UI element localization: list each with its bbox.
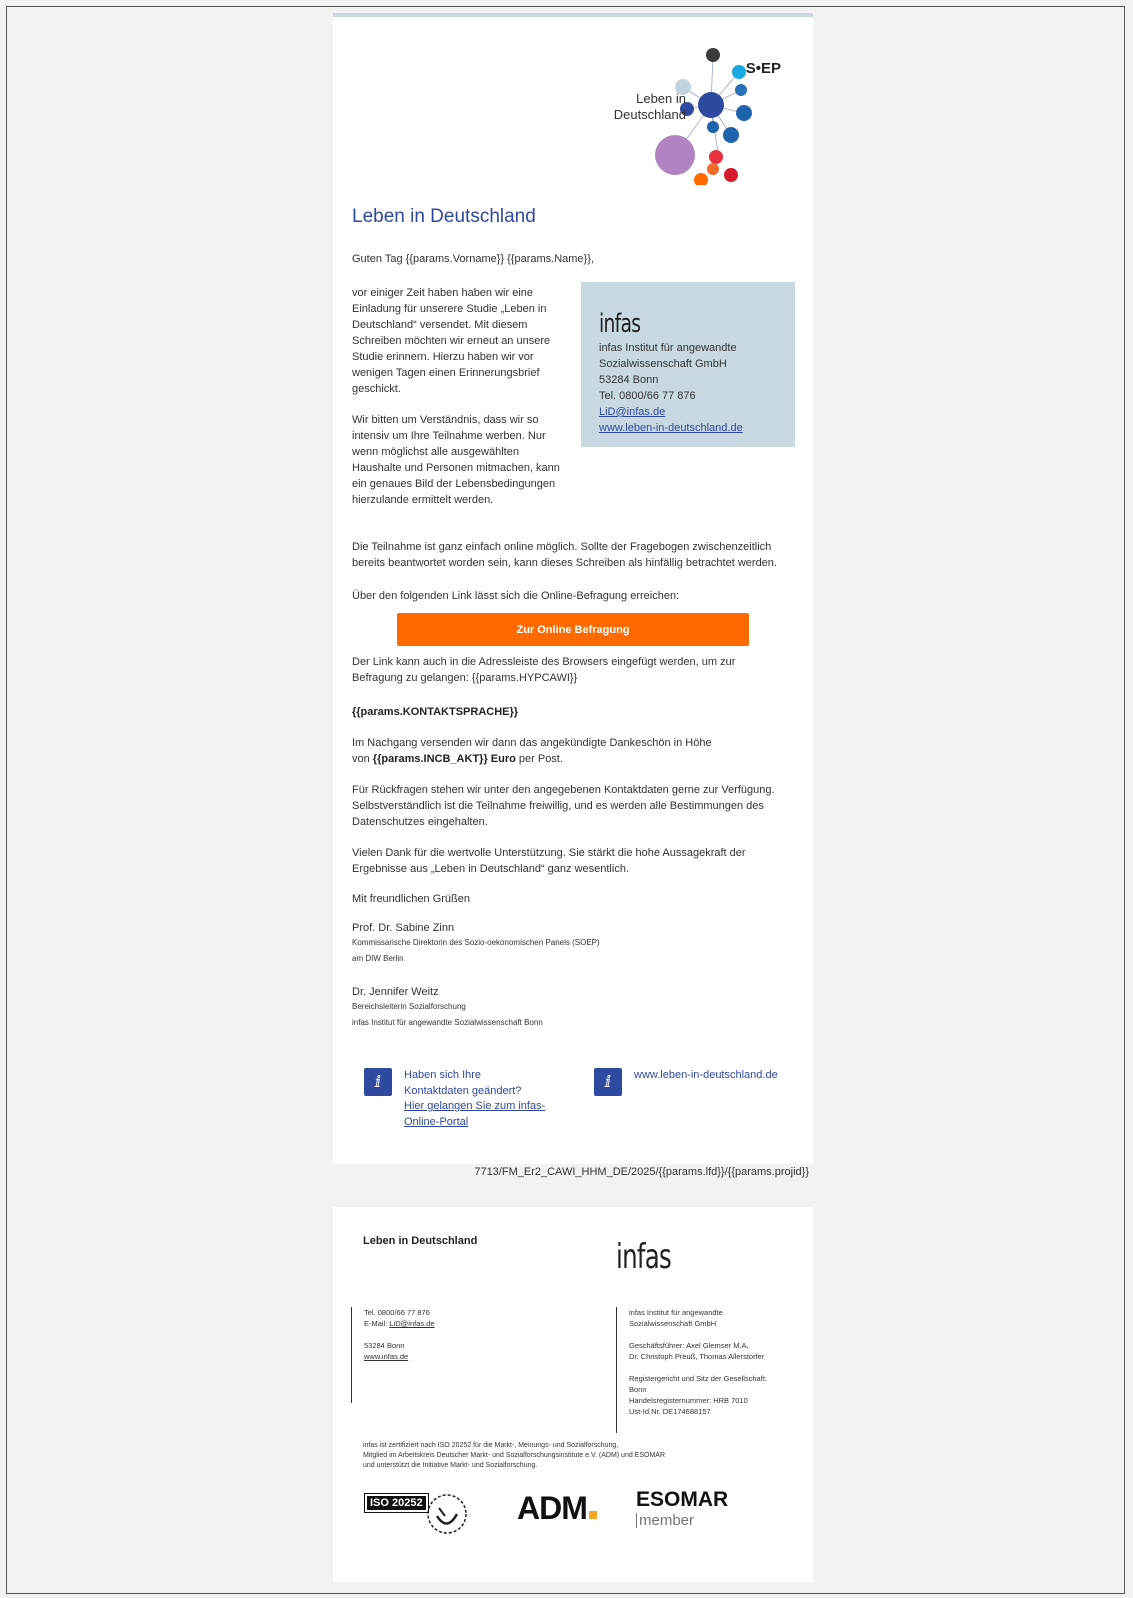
online-survey-button[interactable]: Zur Online Befragung (397, 613, 749, 646)
greeting: Guten Tag {{params.Vorname}} {{params.Na… (352, 253, 594, 265)
footer-register-3: Handelsregisternummer: HRB 7010 (629, 1396, 748, 1405)
infobox-email-link[interactable]: LiD@infas.de (599, 406, 665, 418)
certified-seal-icon (427, 1494, 467, 1534)
portal-link[interactable]: Hier gelangen Sie zum infas- Online-Porta… (404, 1100, 545, 1128)
appeal-paragraph: Wir bitten um Verständnis, dass wir so i… (352, 414, 560, 506)
signatory-1-name: Prof. Dr. Sabine Zinn (352, 922, 455, 934)
soep-logo: S•EP (745, 60, 781, 77)
signatory-1-role: Kommissarische Direktorin des Sozio-oeko… (352, 938, 600, 947)
contact-change-block: Haben sich Ihre Kontaktdaten geändert? H… (404, 1068, 564, 1130)
footer-legal-column: infas Institut für angewandte Sozialwiss… (616, 1307, 767, 1433)
footer-register-1: Registergericht und Sitz der Gesellschaf… (629, 1374, 767, 1383)
cert-line-2: Mitglied im Arbeitskreis Deutscher Markt… (363, 1452, 666, 1459)
contact-change-question-2: Kontaktdaten geändert? (404, 1084, 522, 1097)
infobox-website-link[interactable]: www.leben-in-deutschland.de (599, 422, 743, 434)
infobox-city: 53284 Bonn (599, 374, 659, 386)
footer-card: Leben in Deutschland infas Tel. 0800/66 … (333, 1207, 813, 1582)
footer-org-line1: infas Institut für angewandte (629, 1308, 723, 1317)
signatory-1-org: am DIW Berlin (352, 954, 404, 963)
cert-line-1: infas ist zertifiziert nach ISO 20252 fü… (363, 1442, 619, 1449)
esomar-logo: ESOMAR (636, 1488, 729, 1511)
closing: Mit freundlichen Grüßen (352, 893, 470, 905)
footer-title: Leben in Deutschland (363, 1235, 478, 1247)
page-title: Leben in Deutschland (352, 206, 536, 227)
contact-infobox: infas infas Institut für angewandte Sozi… (581, 282, 795, 447)
questions-paragraph: Für Rückfragen stehen wir unter den ange… (352, 784, 775, 828)
contact-language-placeholder: {{params.KONTAKTSPRACHE}} (352, 706, 519, 718)
esomar-member-label: member (636, 1513, 694, 1528)
link-fallback-paragraph: Der Link kann auch in die Adressleiste d… (352, 656, 736, 684)
incentive-text-b: von (352, 753, 373, 765)
footer-web-link[interactable]: www.infas.de (364, 1352, 408, 1361)
reference-code: 7713/FM_Er2_CAWI_HHM_DE/2025/{{params.lf… (474, 1166, 809, 1178)
signatory-2-role: Bereichsleiterin Sozialforschung (352, 1002, 466, 1011)
footer-register-2: Bonn (629, 1385, 647, 1394)
footer-org-line2: Sozialwissenschaft GmbH (629, 1319, 717, 1328)
info-icon: ⅈ (364, 1068, 392, 1096)
lid-soep-logo: Leben in Deutschland S•EP (601, 45, 801, 187)
info-icon: ⅈ (594, 1068, 622, 1096)
infas-logo: infas (599, 309, 641, 339)
footer-vat: Ust-Id.Nr. DE174688157 (629, 1407, 711, 1416)
footer-city: 53284 Bonn (364, 1341, 405, 1350)
incentive-text-a: Im Nachgang versenden wir dann das angek… (352, 737, 712, 749)
intro-paragraph: vor einiger Zeit haben haben wir eine Ei… (352, 287, 551, 395)
infobox-org-line1: infas Institut für angewandte (599, 342, 737, 354)
signatory-2-org: infas Institut für angewandte Sozialwiss… (352, 1018, 543, 1027)
footer-contact-column: Tel. 0800/66 77 876 E-Mail: LiD@infas.de… (351, 1307, 435, 1403)
certification-text: infas ist zertifiziert nach ISO 20252 fü… (363, 1441, 783, 1471)
footer-managers-1: Geschäftsführer: Axel Glemser M.A, (629, 1341, 749, 1350)
adm-logo: ADM (517, 1490, 597, 1527)
iso-20252-badge: ISO 20252 (364, 1493, 429, 1513)
email-body-card: Leben in Deutschland S•EP Leben in Deuts… (333, 13, 813, 1164)
contact-change-question-1: Haben sich Ihre (404, 1069, 482, 1081)
logo-wordmark: Leben in Deutschland (613, 91, 686, 122)
infobox-org-line2: Sozialwissenschaft GmbH (599, 358, 727, 370)
incentive-paragraph: Im Nachgang versenden wir dann das angek… (352, 735, 772, 767)
incentive-text-c: per Post. (515, 753, 563, 765)
infobox-phone: Tel. 0800/66 77 876 (599, 390, 696, 402)
signatory-2-name: Dr. Jennifer Weitz (352, 986, 439, 998)
website-link[interactable]: www.leben-in-deutschland.de (634, 1068, 778, 1084)
thanks-paragraph: Vielen Dank für die wertvolle Unterstütz… (352, 847, 746, 875)
footer-infas-logo: infas (616, 1237, 672, 1277)
participation-paragraph: Die Teilnahme ist ganz einfach online mö… (352, 541, 777, 569)
footer-email-label: E-Mail: (364, 1319, 390, 1328)
incentive-amount: {{params.INCB_AKT}} Euro (372, 753, 516, 765)
footer-email-link[interactable]: LiD@infas.de (389, 1319, 434, 1328)
link-intro: Über den folgenden Link lässt sich die O… (352, 590, 680, 602)
footer-managers-2: Dr. Christoph Preuß, Thomas Allerstorfer (629, 1352, 765, 1361)
footer-phone: Tel. 0800/66 77 876 (364, 1308, 430, 1317)
cert-line-3: und unterstützt die Initiative Markt- un… (363, 1462, 538, 1469)
